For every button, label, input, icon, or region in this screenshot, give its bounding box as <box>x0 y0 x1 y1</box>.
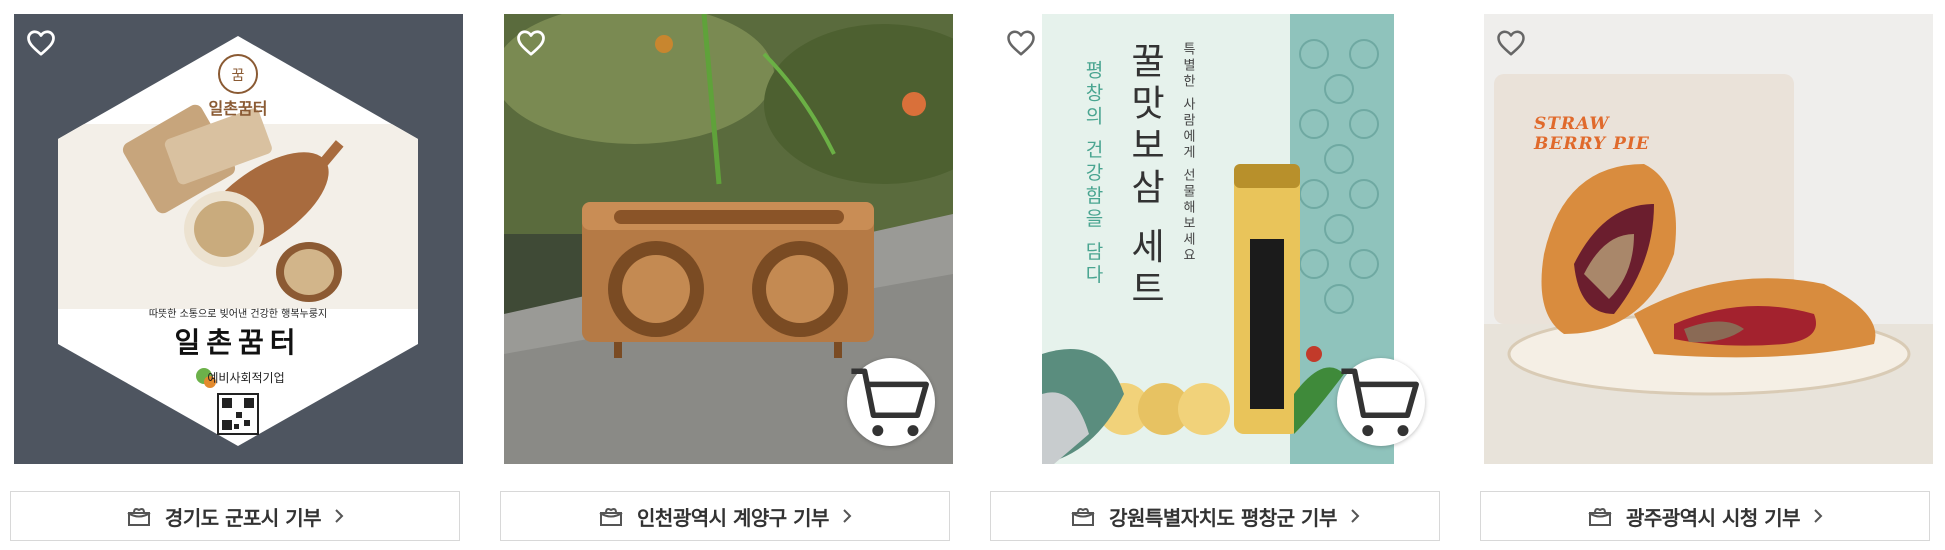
product-image-3[interactable]: 꿀맛보삼 세트 평창의 건강함을 담다 특별한 사람에게 선물해보세요 <box>994 14 1443 464</box>
donate-label: 경기도 군포시 기부 <box>164 505 322 530</box>
product-card-4[interactable]: STRAW BERRY PIE 광주광역시 시청 기부 <box>1480 0 1933 550</box>
chevron-right-icon <box>1814 509 1823 523</box>
svg-text:꿈: 꿈 <box>232 68 245 84</box>
image-subtitle: 평창의 건강함을 담다 <box>1082 60 1104 288</box>
donate-label: 강원특별자치도 평창군 기부 <box>1109 505 1337 530</box>
image-company: 예비사회적기업 <box>207 371 284 385</box>
donate-button-1[interactable]: 경기도 군포시 기부 <box>10 491 460 541</box>
wishlist-heart-icon[interactable] <box>1006 28 1036 58</box>
gift-box-icon <box>1071 508 1095 526</box>
add-to-cart-button[interactable] <box>1337 358 1425 446</box>
donate-label: 광주광역시 시청 기부 <box>1625 505 1801 530</box>
chevron-right-icon <box>335 509 344 523</box>
donate-button-3[interactable]: 강원특별자치도 평창군 기부 <box>990 491 1440 541</box>
product-image-2[interactable] <box>504 14 953 464</box>
wishlist-heart-icon[interactable] <box>1496 28 1526 58</box>
chevron-right-icon <box>843 509 852 523</box>
product-image-4[interactable]: STRAW BERRY PIE <box>1484 14 1933 464</box>
wishlist-heart-icon[interactable] <box>516 28 546 58</box>
product-card-1[interactable]: 꿈 일촌꿈터 따뜻한 소통으로 빚어낸 건강한 행복누룽지 일촌꿈터 예비사회적… <box>10 0 463 550</box>
image-package-text: STRAW BERRY PIE <box>1534 114 1650 154</box>
product-card-2[interactable]: 인천광역시 계양구 기부 <box>500 0 953 550</box>
donate-button-4[interactable]: 광주광역시 시청 기부 <box>1480 491 1930 541</box>
donate-button-2[interactable]: 인천광역시 계양구 기부 <box>500 491 950 541</box>
product-image-1[interactable]: 꿈 일촌꿈터 따뜻한 소통으로 빚어낸 건강한 행복누룽지 일촌꿈터 예비사회적… <box>14 14 463 464</box>
add-to-cart-button[interactable] <box>847 358 935 446</box>
cart-icon <box>851 368 929 437</box>
chevron-right-icon <box>1351 509 1360 523</box>
image-tagline: 따뜻한 소통으로 빚어낸 건강한 행복누룽지 <box>149 308 327 320</box>
image-brand: 일촌꿈터 <box>174 326 301 359</box>
image-brand-top: 일촌꿈터 <box>209 99 268 118</box>
image-title: 꿀맛보삼 세트 <box>1124 42 1165 312</box>
gift-box-icon <box>127 508 151 526</box>
donate-label: 인천광역시 계양구 기부 <box>637 505 829 530</box>
cart-icon <box>1341 368 1419 437</box>
product-card-3[interactable]: 꿀맛보삼 세트 평창의 건강함을 담다 특별한 사람에게 선물해보세요 강원특별… <box>990 0 1443 550</box>
image-note: 특별한 사람에게 선물해보세요 <box>1180 42 1195 265</box>
gift-box-icon <box>1588 508 1612 526</box>
gift-box-icon <box>599 508 623 526</box>
wishlist-heart-icon[interactable] <box>26 28 56 58</box>
